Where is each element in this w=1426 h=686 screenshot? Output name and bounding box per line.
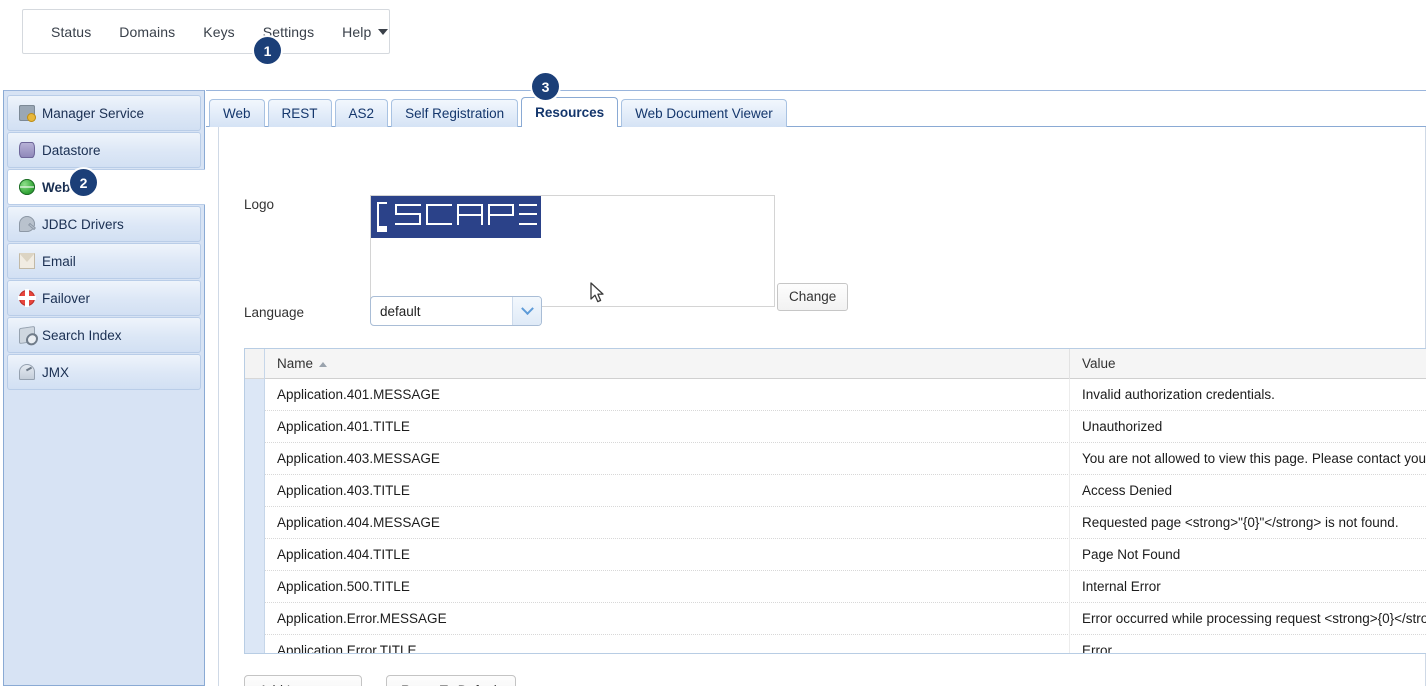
tab-rest[interactable]: REST xyxy=(268,99,332,127)
reset-to-default-button[interactable]: Reset To Default xyxy=(386,675,516,686)
menu-item-status[interactable]: Status xyxy=(37,18,105,46)
menu-item-help-label: Help xyxy=(342,24,371,40)
sidebar-item-search-index[interactable]: Search Index xyxy=(7,317,201,353)
table-row[interactable]: Application.401.MESSAGE Invalid authoriz… xyxy=(265,379,1426,411)
table-row[interactable]: Application.401.TITLE Unauthorized xyxy=(265,411,1426,443)
cell-value: Unauthorized xyxy=(1070,411,1426,443)
cell-name: Application.401.TITLE xyxy=(265,411,1070,443)
language-label: Language xyxy=(244,305,316,320)
menu-item-domains[interactable]: Domains xyxy=(105,18,189,46)
tab-web-document-viewer[interactable]: Web Document Viewer xyxy=(621,99,787,127)
tab-web[interactable]: Web xyxy=(209,99,265,127)
sidebar-item-jmx[interactable]: JMX xyxy=(7,354,201,390)
language-selected-value: default xyxy=(371,304,421,319)
resources-panel: Logo xyxy=(218,127,1426,686)
cell-name: Application.404.TITLE xyxy=(265,539,1070,571)
table-row[interactable]: Application.500.TITLE Internal Error xyxy=(265,571,1426,603)
table-row[interactable]: Application.403.TITLE Access Denied xyxy=(265,475,1426,507)
envelope-icon xyxy=(19,253,35,269)
cell-value: Error xyxy=(1070,635,1426,655)
sidebar-item-datastore[interactable]: Datastore xyxy=(7,132,201,168)
sidebar-item-label: Manager Service xyxy=(42,106,144,121)
add-language-button[interactable]: Add Language xyxy=(244,675,362,686)
table-body: Application.401.MESSAGE Invalid authoriz… xyxy=(265,379,1426,654)
annotation-badge-1: 1 xyxy=(254,37,281,64)
table-header-row: Name Value xyxy=(265,349,1426,379)
sidebar-item-label: JMX xyxy=(42,365,69,380)
top-menu-bar: Status Domains Keys Settings Help xyxy=(22,9,390,54)
sidebar-item-label: Failover xyxy=(42,291,90,306)
tab-strip: Web REST AS2 Self Registration Resources… xyxy=(206,96,1426,127)
cell-name: Application.500.TITLE xyxy=(265,571,1070,603)
jmx-icon xyxy=(19,364,35,380)
sidebar-item-manager-service[interactable]: Manager Service xyxy=(7,95,201,131)
sidebar-item-email[interactable]: Email xyxy=(7,243,201,279)
sort-ascending-icon xyxy=(319,362,327,367)
failover-icon xyxy=(19,290,35,306)
content-panel: Web REST AS2 Self Registration Resources… xyxy=(206,90,1426,686)
logo-preview xyxy=(370,195,775,307)
change-logo-button[interactable]: Change xyxy=(777,283,848,311)
annotation-badge-3: 3 xyxy=(532,73,559,100)
column-header-value-label: Value xyxy=(1082,356,1116,371)
sidebar-item-label: Email xyxy=(42,254,76,269)
sidebar: Manager Service Datastore Web JDBC Drive… xyxy=(3,90,205,686)
table-row-gutter xyxy=(245,349,265,654)
jscape-logo xyxy=(371,196,541,238)
cell-value: Page Not Found xyxy=(1070,539,1426,571)
cell-value: Internal Error xyxy=(1070,571,1426,603)
sidebar-item-label: Datastore xyxy=(42,143,101,158)
column-header-name[interactable]: Name xyxy=(265,349,1070,379)
sidebar-item-failover[interactable]: Failover xyxy=(7,280,201,316)
jdbc-icon xyxy=(19,216,35,232)
cell-name: Application.Error.MESSAGE xyxy=(265,603,1070,635)
globe-icon xyxy=(19,179,35,195)
tab-self-registration[interactable]: Self Registration xyxy=(391,99,518,127)
table-row[interactable]: Application.403.MESSAGE You are not allo… xyxy=(265,443,1426,475)
cell-value: You are not allowed to view this page. P… xyxy=(1070,443,1426,475)
table-gutter-header xyxy=(245,349,264,379)
menu-item-help[interactable]: Help xyxy=(328,18,402,46)
column-header-value[interactable]: Value xyxy=(1070,349,1426,379)
app-window: Status Domains Keys Settings Help 1 2 3 … xyxy=(0,0,1426,686)
sidebar-item-web[interactable]: Web xyxy=(7,169,205,205)
datastore-icon xyxy=(19,142,35,158)
chevron-down-icon[interactable] xyxy=(512,297,541,325)
table-row[interactable]: Application.Error.TITLE Error xyxy=(265,635,1426,654)
resources-table: Name Value Application.401.MESSAGE Inval… xyxy=(244,348,1426,654)
cell-value: Invalid authorization credentials. xyxy=(1070,379,1426,411)
tab-resources[interactable]: Resources xyxy=(521,97,618,127)
table-row[interactable]: Application.404.TITLE Page Not Found xyxy=(265,539,1426,571)
search-index-icon xyxy=(19,326,35,344)
cell-value: Access Denied xyxy=(1070,475,1426,507)
chevron-down-icon xyxy=(378,29,388,35)
sidebar-item-label: Search Index xyxy=(42,328,122,343)
table-row[interactable]: Application.404.MESSAGE Requested page <… xyxy=(265,507,1426,539)
language-select[interactable]: default xyxy=(370,296,542,326)
tab-as2[interactable]: AS2 xyxy=(335,99,389,127)
manager-service-icon xyxy=(19,105,35,121)
cell-name: Application.403.MESSAGE xyxy=(265,443,1070,475)
cell-name: Application.401.MESSAGE xyxy=(265,379,1070,411)
cell-name: Application.403.TITLE xyxy=(265,475,1070,507)
menu-item-keys[interactable]: Keys xyxy=(189,18,249,46)
sidebar-item-label: Web xyxy=(42,180,70,195)
cell-name: Application.404.MESSAGE xyxy=(265,507,1070,539)
cell-value: Error occurred while processing request … xyxy=(1070,603,1426,635)
cell-name: Application.Error.TITLE xyxy=(265,635,1070,655)
table-row[interactable]: Application.Error.MESSAGE Error occurred… xyxy=(265,603,1426,635)
annotation-badge-2: 2 xyxy=(70,169,97,196)
column-header-name-label: Name xyxy=(277,356,313,371)
sidebar-item-jdbc-drivers[interactable]: JDBC Drivers xyxy=(7,206,201,242)
sidebar-item-label: JDBC Drivers xyxy=(42,217,124,232)
logo-label: Logo xyxy=(244,197,274,212)
cell-value: Requested page <strong>"{0}"</strong> is… xyxy=(1070,507,1426,539)
